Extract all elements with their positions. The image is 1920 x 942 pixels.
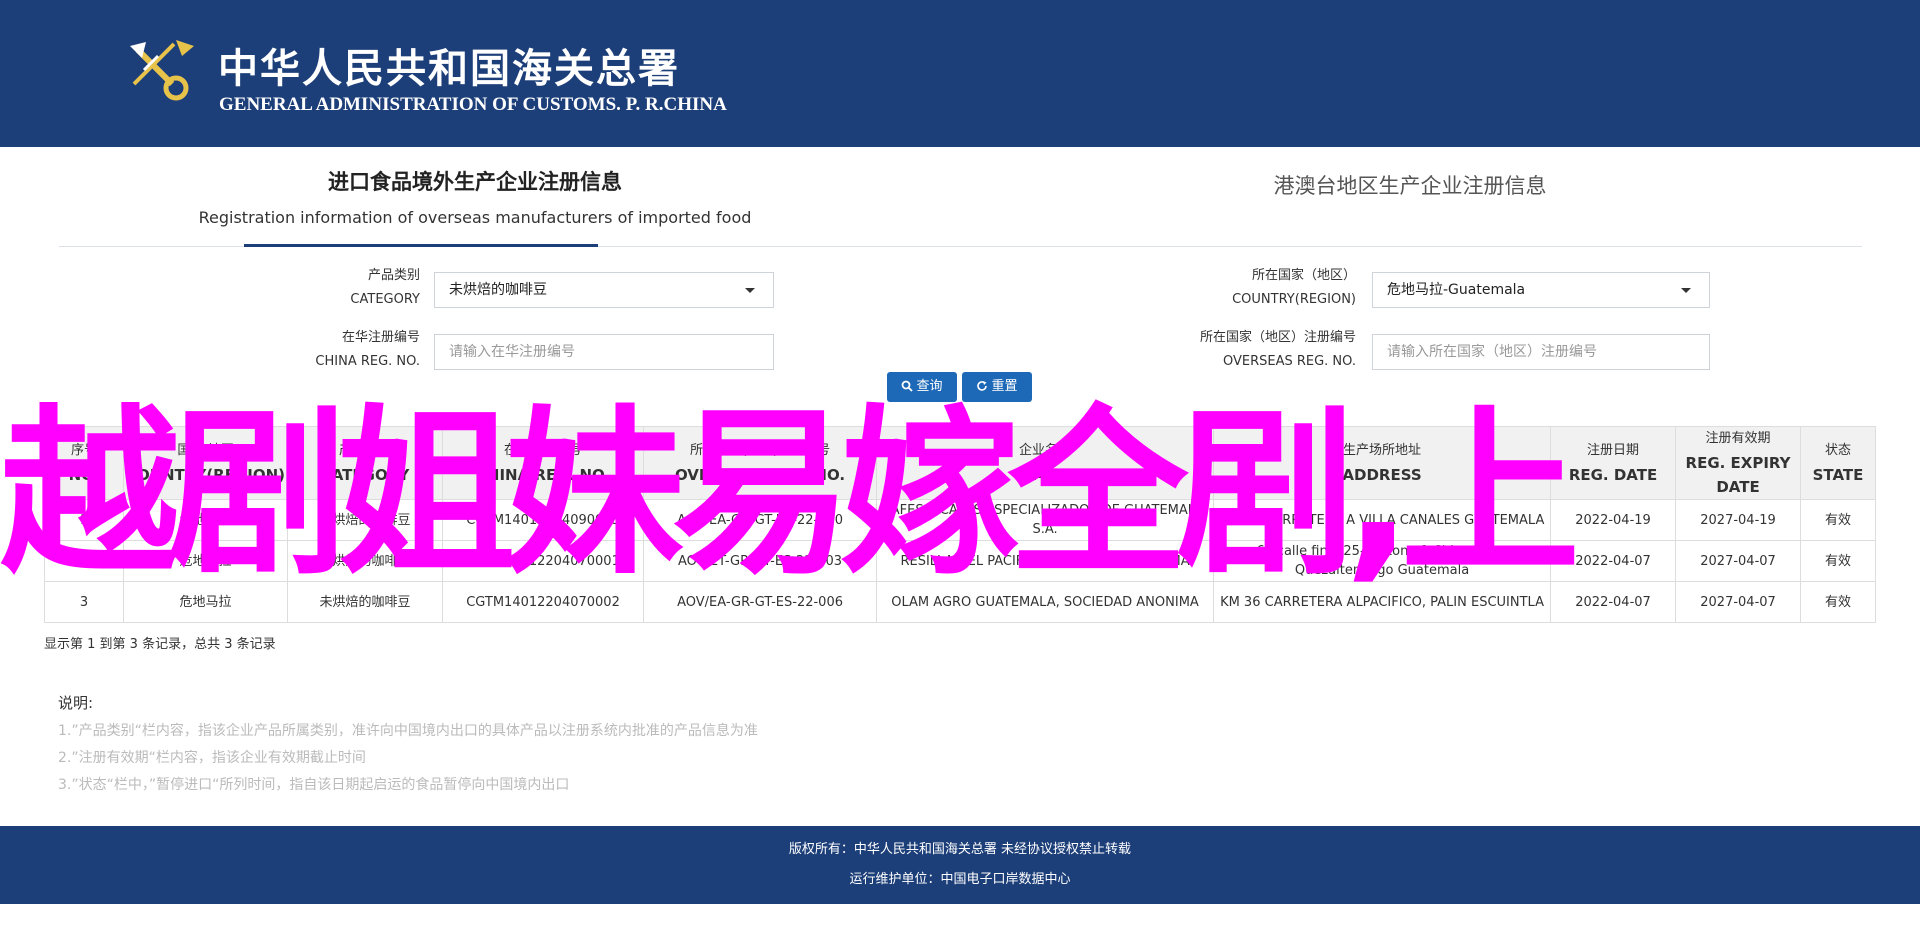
country-value: 危地马拉-Guatemala xyxy=(1387,282,1526,298)
tab-title-cn: 港澳台地区生产企业注册信息 xyxy=(1273,174,1547,198)
site-title-cn: 中华人民共和国海关总署 xyxy=(218,45,680,92)
category-label-en: CATEGORY xyxy=(350,292,420,307)
footer-copyright: 版权所有：中华人民共和国海关总署 未经协议授权禁止转载 xyxy=(788,842,1132,857)
note-item: 1.”产品类别“栏内容，指该企业产品所属类别，准许向中国境内出口的具体产品以注册… xyxy=(58,723,758,739)
category-value: 未烘焙的咖啡豆 xyxy=(449,282,547,298)
customs-emblem-icon xyxy=(130,40,194,101)
china-reg-label-cn: 在华注册编号 xyxy=(341,330,420,345)
category-select[interactable]: 未烘焙的咖啡豆 xyxy=(434,272,774,308)
country-label-cn: 所在国家（地区） xyxy=(1251,268,1356,283)
footer-maintainer: 运行维护单位：中国电子口岸数据中心 xyxy=(849,872,1071,887)
tab-title-en: Registration information of overseas man… xyxy=(198,208,752,227)
chevron-down-icon xyxy=(745,288,755,293)
overseas-reg-label-cn: 所在国家（地区）注册编号 xyxy=(1199,330,1356,345)
note-item: 2.”注册有效期“栏内容，指该企业有效期截止时间 xyxy=(58,750,366,766)
tab-active-indicator xyxy=(244,244,598,247)
records-summary: 显示第 1 到第 3 条记录，总共 3 条记录 xyxy=(44,637,276,652)
country-label-en: COUNTRY(REGION) xyxy=(1232,292,1356,307)
overseas-reg-label: 所在国家（地区）注册编号 OVERSEAS REG. NO. xyxy=(1116,326,1356,374)
china-reg-label-en: CHINA REG. NO. xyxy=(315,354,420,369)
overseas-reg-placeholder: 请输入所在国家（地区）注册编号 xyxy=(1387,344,1597,360)
category-label-cn: 产品类别 xyxy=(367,268,420,283)
overseas-reg-label-en: OVERSEAS REG. NO. xyxy=(1222,354,1356,369)
site-footer: 版权所有：中华人民共和国海关总署 未经协议授权禁止转载 运行维护单位：中国电子口… xyxy=(0,826,1920,904)
tab-overseas-manufacturers[interactable]: 进口食品境外生产企业注册信息 Registration information … xyxy=(180,166,770,227)
category-label: 产品类别 CATEGORY xyxy=(180,264,420,312)
country-label: 所在国家（地区） COUNTRY(REGION) xyxy=(1116,264,1356,312)
tab-hk-macao-taiwan[interactable]: 港澳台地区生产企业注册信息 xyxy=(1180,170,1640,200)
site-title-en: GENERAL ADMINISTRATION OF CUSTOMS. P. R.… xyxy=(219,94,727,115)
china-reg-input[interactable]: 请输入在华注册编号 xyxy=(434,334,774,370)
china-reg-label: 在华注册编号 CHINA REG. NO. xyxy=(180,326,420,374)
notes-title: 说明: xyxy=(58,694,94,712)
chevron-down-icon xyxy=(1681,288,1691,293)
site-header: 中华人民共和国海关总署 GENERAL ADMINISTRATION OF CU… xyxy=(0,0,1920,147)
note-item: 3.”状态“栏中，”暂停进口“所列时间，指自该日期起启运的食品暂停向中国境内出口 xyxy=(58,777,570,793)
country-select[interactable]: 危地马拉-Guatemala xyxy=(1372,272,1710,308)
tab-title-cn: 进口食品境外生产企业注册信息 xyxy=(328,170,622,194)
china-reg-placeholder: 请输入在华注册编号 xyxy=(449,344,575,360)
overlay-caption: 越剧姐妹易嫁全剧,上 xyxy=(0,390,1580,599)
overseas-reg-input[interactable]: 请输入所在国家（地区）注册编号 xyxy=(1372,334,1710,370)
